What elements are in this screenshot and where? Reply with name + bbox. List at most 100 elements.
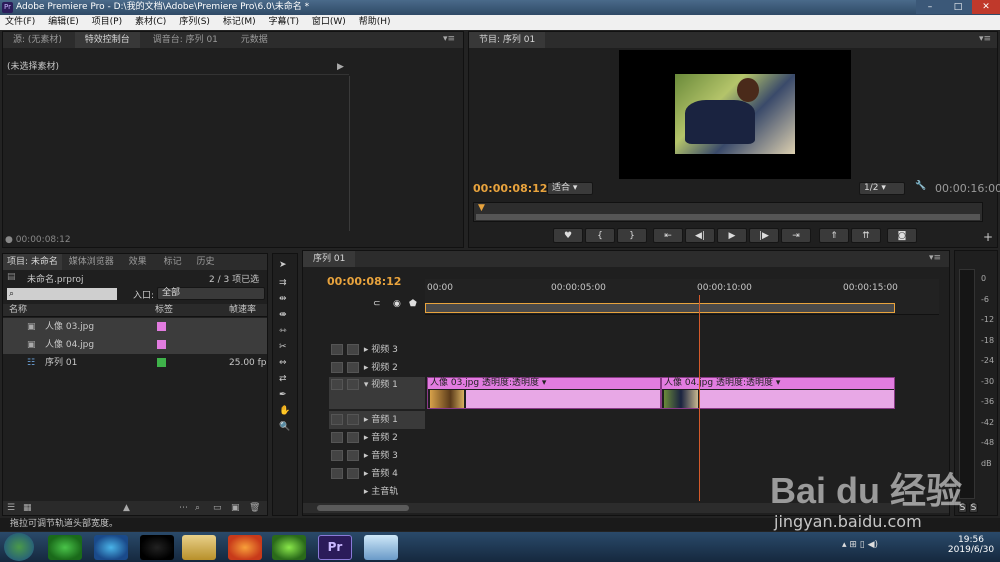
extract-button[interactable]: ⇈ xyxy=(851,228,881,243)
lock-icon[interactable] xyxy=(347,362,359,373)
tab-markers[interactable]: 标记 xyxy=(158,254,188,270)
tab-sequence[interactable]: 序列 01 xyxy=(303,251,356,267)
label-swatch[interactable] xyxy=(157,340,166,349)
wrench-icon[interactable]: 🔧 xyxy=(915,181,926,191)
add-marker-button[interactable]: ♥ xyxy=(553,228,583,243)
minimize-button[interactable]: – xyxy=(916,0,944,14)
track-header-video-1[interactable]: ▾ 视频 1 xyxy=(329,377,425,409)
panel-menu-icon[interactable]: ▾≡ xyxy=(443,34,455,44)
search-input[interactable]: ⌕ xyxy=(7,288,117,300)
tab-project[interactable]: 项目: 未命名 xyxy=(3,254,62,270)
lock-icon[interactable] xyxy=(347,468,359,479)
eye-icon[interactable] xyxy=(331,379,343,390)
panel-menu-icon[interactable]: ▾≡ xyxy=(929,253,941,263)
razor-tool-icon[interactable]: ✂ xyxy=(279,342,287,352)
automate-icon[interactable]: ⋯ xyxy=(179,501,188,515)
lock-icon[interactable] xyxy=(347,432,359,443)
taskbar-qq-icon[interactable] xyxy=(140,535,174,560)
zoom-bar[interactable] xyxy=(476,214,980,220)
list-view-icon[interactable]: ☰ xyxy=(7,501,15,515)
scrollbar-thumb[interactable] xyxy=(317,505,409,511)
col-fps[interactable]: 帧速率 xyxy=(229,304,256,317)
menu-help[interactable]: 帮助(H) xyxy=(354,15,396,30)
timeline-timecode[interactable]: 00:00:08:12 xyxy=(327,275,401,288)
go-to-in-button[interactable]: ⇤ xyxy=(653,228,683,243)
lock-icon[interactable] xyxy=(347,379,359,390)
col-label[interactable]: 标签 xyxy=(155,304,173,317)
export-frame-button[interactable]: ◙ xyxy=(887,228,917,243)
track-header-audio-1[interactable]: ▸ 音频 1 xyxy=(329,411,425,429)
track-header-audio-4[interactable]: ▸ 音频 4 xyxy=(329,465,425,483)
tab-history[interactable]: 历史 xyxy=(190,254,220,270)
track-header-audio-3[interactable]: ▸ 音频 3 xyxy=(329,447,425,465)
menu-project[interactable]: 项目(P) xyxy=(87,15,127,30)
ripple-edit-tool-icon[interactable]: ⇹ xyxy=(279,294,287,304)
zoom-slider-icon[interactable]: ▲ xyxy=(123,501,130,515)
label-swatch[interactable] xyxy=(157,322,166,331)
eye-icon[interactable] xyxy=(331,344,343,355)
tray-icons[interactable]: ▴ ⊞ ▯ ◀) xyxy=(842,540,878,550)
zoom-tool-icon[interactable]: 🔍 xyxy=(279,422,290,432)
taskbar-360-icon[interactable] xyxy=(48,535,82,560)
track-header-audio-2[interactable]: ▸ 音频 2 xyxy=(329,429,425,447)
maximize-button[interactable]: □ xyxy=(944,0,972,14)
playhead-marker-icon[interactable]: ▼ xyxy=(478,203,485,213)
menu-title[interactable]: 字幕(T) xyxy=(263,15,304,30)
speaker-icon[interactable] xyxy=(331,414,343,425)
play-button[interactable]: ▶ xyxy=(717,228,747,243)
clock[interactable]: 19:56 2019/6/30 xyxy=(946,535,996,555)
taskbar-media-icon[interactable] xyxy=(272,535,306,560)
solo-right-button[interactable]: S xyxy=(969,503,978,513)
expand-arrow-icon[interactable]: ▶ xyxy=(337,62,344,72)
menu-edit[interactable]: 编辑(E) xyxy=(43,15,84,30)
col-name[interactable]: 名称 xyxy=(9,304,27,317)
time-ruler[interactable]: 00:00 00:00:05:00 00:00:10:00 00:00:15:0… xyxy=(425,279,939,315)
tab-effect-controls[interactable]: 特效控制台 xyxy=(74,32,140,48)
clip-effect[interactable]: 透明度:透明度 xyxy=(716,378,773,388)
marker-icon[interactable]: ⬟ xyxy=(409,299,417,309)
speaker-icon[interactable] xyxy=(331,432,343,443)
work-area-bar[interactable] xyxy=(425,303,895,313)
lock-icon[interactable] xyxy=(347,344,359,355)
speaker-icon[interactable] xyxy=(331,468,343,479)
track-header-master[interactable]: ▸ 主音轨 xyxy=(329,483,425,501)
playhead-line[interactable] xyxy=(699,295,701,501)
lock-icon[interactable] xyxy=(347,450,359,461)
quality-dropdown[interactable]: 1/2 ▾ xyxy=(859,182,905,195)
list-item[interactable]: ▣ 人像 03.jpg xyxy=(3,318,267,336)
track-select-tool-icon[interactable]: ⇉ xyxy=(279,278,287,288)
close-button[interactable]: ✕ xyxy=(972,0,1000,14)
delete-icon[interactable]: 🗑 xyxy=(249,501,260,515)
rate-stretch-tool-icon[interactable]: ⇿ xyxy=(279,326,287,336)
clip-effect[interactable]: 透明度:透明度 xyxy=(482,378,539,388)
menu-sequence[interactable]: 序列(S) xyxy=(174,15,215,30)
rolling-edit-tool-icon[interactable]: ⇼ xyxy=(279,310,287,320)
taskbar-notepad-icon[interactable] xyxy=(364,535,398,560)
tab-audio-mixer[interactable]: 调音台: 序列 01 xyxy=(143,32,228,48)
track-header-video-3[interactable]: ▸ 视频 3 xyxy=(329,341,425,359)
mark-in-button[interactable]: { xyxy=(585,228,615,243)
lock-icon[interactable] xyxy=(347,414,359,425)
list-item[interactable]: ☷ 序列 01 25.00 fp xyxy=(3,354,267,372)
new-bin-icon[interactable]: ▭ xyxy=(213,501,222,515)
go-to-out-button[interactable]: ⇥ xyxy=(781,228,811,243)
hand-tool-icon[interactable]: ✋ xyxy=(279,406,290,416)
mark-out-button[interactable]: } xyxy=(617,228,647,243)
link-icon[interactable]: ◉ xyxy=(393,299,401,309)
label-swatch[interactable] xyxy=(157,358,166,367)
list-item[interactable]: ▣ 人像 04.jpg xyxy=(3,336,267,354)
taskbar-browser-icon[interactable] xyxy=(94,535,128,560)
panel-menu-icon[interactable]: ▾≡ xyxy=(979,34,991,44)
new-item-icon[interactable]: ▣ xyxy=(231,501,240,515)
taskbar-premiere-icon[interactable]: Pr xyxy=(318,535,352,560)
find-icon[interactable]: ⌕ xyxy=(195,501,200,515)
start-button[interactable] xyxy=(4,533,34,561)
clip-portrait-04[interactable]: 人像 04.jpg 透明度:透明度 ▾ xyxy=(661,377,895,409)
speaker-icon[interactable] xyxy=(331,450,343,461)
step-back-button[interactable]: ◀| xyxy=(685,228,715,243)
tab-metadata[interactable]: 元数据 xyxy=(231,32,278,48)
entry-dropdown[interactable]: 全部 xyxy=(157,287,265,300)
menu-clip[interactable]: 素材(C) xyxy=(130,15,171,30)
tab-source[interactable]: 源: (无素材) xyxy=(3,32,72,48)
icon-view-icon[interactable]: ▦ xyxy=(23,501,32,515)
